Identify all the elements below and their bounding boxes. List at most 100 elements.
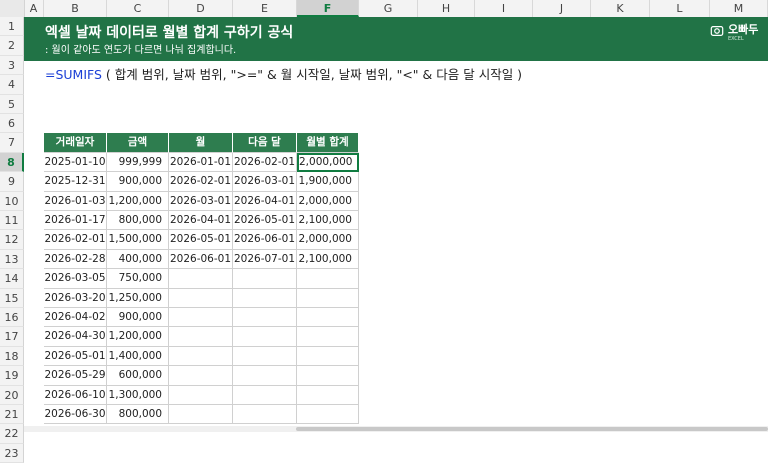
table-header-cell[interactable]: 월별 합계	[297, 133, 359, 153]
row-header-4[interactable]: 4	[0, 75, 24, 95]
table-cell[interactable]: 800,000	[107, 405, 169, 425]
table-cell[interactable]: 2,000,000	[297, 230, 359, 250]
table-cell[interactable]	[233, 366, 297, 386]
table-cell[interactable]	[297, 385, 359, 405]
table-cell[interactable]: 1,400,000	[107, 346, 169, 367]
table-cell[interactable]	[169, 288, 233, 308]
row-header-13[interactable]: 13	[0, 249, 24, 270]
table-cell[interactable]	[297, 269, 359, 289]
row-header-20[interactable]: 20	[0, 385, 24, 405]
column-header-k[interactable]: K	[591, 0, 650, 17]
column-header-j[interactable]: J	[533, 0, 591, 17]
row-header-2[interactable]: 2	[0, 36, 24, 56]
table-header-cell[interactable]: 다음 달	[233, 133, 297, 153]
row-header-15[interactable]: 15	[0, 288, 24, 308]
table-cell[interactable]: 2026-05-29	[44, 366, 107, 386]
horizontal-scrollbar-thumb[interactable]	[296, 427, 768, 431]
row-header-6[interactable]: 6	[0, 114, 24, 134]
table-cell[interactable]: 2026-06-01	[233, 230, 297, 250]
table-cell[interactable]: 2026-02-28	[44, 249, 107, 270]
row-header-17[interactable]: 17	[0, 327, 24, 347]
row-header-8[interactable]: 8	[0, 152, 24, 173]
table-cell[interactable]: 2026-05-01	[169, 230, 233, 250]
column-header-d[interactable]: D	[169, 0, 233, 17]
row-header-11[interactable]: 11	[0, 211, 24, 231]
table-cell[interactable]	[169, 346, 233, 367]
table-cell[interactable]: 2026-02-01	[233, 152, 297, 173]
table-cell[interactable]	[169, 405, 233, 425]
row-header-21[interactable]: 21	[0, 405, 24, 425]
table-cell[interactable]: 2025-01-10	[44, 152, 107, 173]
table-cell[interactable]: 2,000,000	[297, 191, 359, 211]
table-cell[interactable]: 2026-06-01	[169, 249, 233, 270]
table-cell[interactable]: 2026-03-20	[44, 288, 107, 308]
table-cell[interactable]: 2026-01-03	[44, 191, 107, 211]
table-cell[interactable]	[169, 366, 233, 386]
row-header-22[interactable]: 22	[0, 424, 24, 444]
table-cell[interactable]: 2026-04-01	[233, 191, 297, 211]
table-cell[interactable]	[169, 308, 233, 328]
table-cell[interactable]: 2026-01-01	[169, 152, 233, 173]
column-header-e[interactable]: E	[233, 0, 297, 17]
column-header-i[interactable]: I	[475, 0, 533, 17]
table-header-cell[interactable]: 금액	[107, 133, 169, 153]
table-cell[interactable]	[233, 308, 297, 328]
table-cell[interactable]: 2026-07-01	[233, 249, 297, 270]
table-cell[interactable]: 2,100,000	[297, 211, 359, 231]
row-header-16[interactable]: 16	[0, 308, 24, 328]
table-cell[interactable]: 2026-01-17	[44, 211, 107, 231]
table-cell[interactable]: 1,250,000	[107, 288, 169, 308]
table-cell[interactable]: 2026-05-01	[44, 346, 107, 367]
table-cell[interactable]: 2026-03-01	[233, 172, 297, 192]
row-header-9[interactable]: 9	[0, 172, 24, 192]
table-cell[interactable]: 999,999	[107, 152, 169, 173]
table-cell[interactable]: 2,000,000	[297, 152, 359, 173]
row-header-12[interactable]: 12	[0, 230, 24, 250]
table-cell[interactable]: 1,900,000	[297, 172, 359, 192]
table-cell[interactable]	[233, 405, 297, 425]
row-header-23[interactable]: 23	[0, 443, 24, 463]
table-cell[interactable]: 1,200,000	[107, 191, 169, 211]
table-cell[interactable]	[233, 269, 297, 289]
row-header-1[interactable]: 1	[0, 17, 24, 37]
column-header-f[interactable]: F	[297, 0, 359, 17]
table-cell[interactable]: 750,000	[107, 269, 169, 289]
table-cell[interactable]	[297, 327, 359, 347]
select-all-corner[interactable]	[0, 0, 25, 17]
column-header-c[interactable]: C	[107, 0, 169, 17]
row-header-19[interactable]: 19	[0, 366, 24, 386]
row-header-18[interactable]: 18	[0, 346, 24, 367]
table-cell[interactable]	[233, 346, 297, 367]
table-cell[interactable]: 2026-06-10	[44, 385, 107, 405]
column-header-a[interactable]: A	[24, 0, 44, 17]
column-header-g[interactable]: G	[359, 0, 418, 17]
table-cell[interactable]: 1,500,000	[107, 230, 169, 250]
row-header-10[interactable]: 10	[0, 191, 24, 211]
table-cell[interactable]: 2026-06-30	[44, 405, 107, 425]
table-cell[interactable]: 2,100,000	[297, 249, 359, 270]
table-cell[interactable]	[297, 346, 359, 367]
table-cell[interactable]	[233, 288, 297, 308]
table-cell[interactable]	[297, 308, 359, 328]
table-cell[interactable]: 600,000	[107, 366, 169, 386]
row-header-14[interactable]: 14	[0, 269, 24, 289]
table-cell[interactable]	[297, 405, 359, 425]
table-cell[interactable]: 2026-04-02	[44, 308, 107, 328]
table-cell[interactable]	[233, 385, 297, 405]
table-cell[interactable]: 1,300,000	[107, 385, 169, 405]
row-header-7[interactable]: 7	[0, 133, 24, 153]
column-header-l[interactable]: L	[650, 0, 710, 17]
table-cell[interactable]	[169, 269, 233, 289]
table-cell[interactable]: 2026-02-01	[169, 172, 233, 192]
row-header-3[interactable]: 3	[0, 55, 24, 76]
table-cell[interactable]	[169, 385, 233, 405]
table-header-cell[interactable]: 월	[169, 133, 233, 153]
table-cell[interactable]	[297, 288, 359, 308]
column-header-b[interactable]: B	[44, 0, 107, 17]
column-header-m[interactable]: M	[710, 0, 768, 17]
table-cell[interactable]: 1,200,000	[107, 327, 169, 347]
table-cell[interactable]: 2026-03-05	[44, 269, 107, 289]
table-cell[interactable]	[297, 366, 359, 386]
table-cell[interactable]: 900,000	[107, 172, 169, 192]
table-cell[interactable]: 900,000	[107, 308, 169, 328]
